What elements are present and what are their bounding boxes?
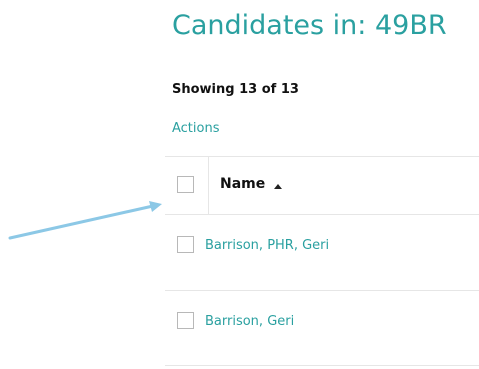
annotation-arrow-icon — [8, 201, 162, 240]
